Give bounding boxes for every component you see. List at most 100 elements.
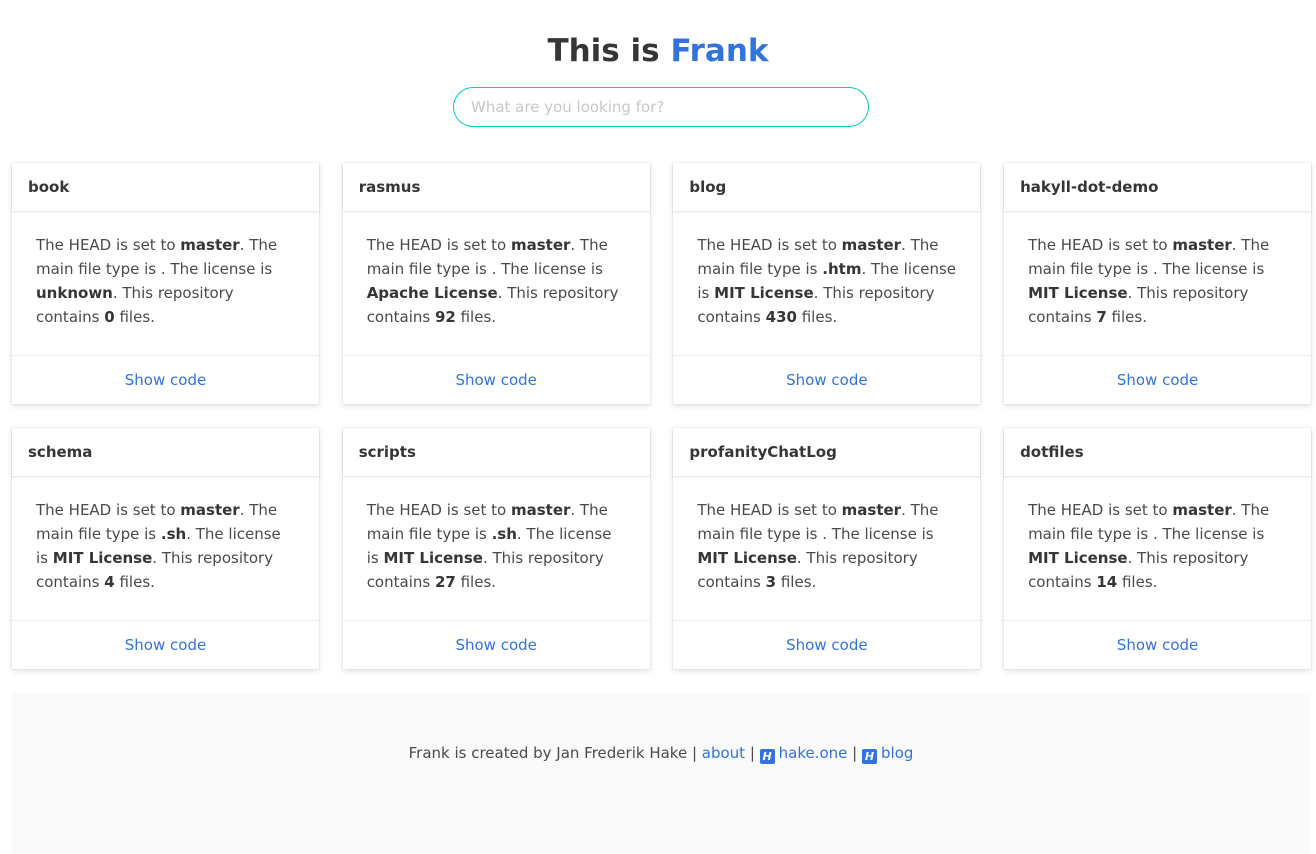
repo-card-description: The HEAD is set to master. The main file… <box>343 211 650 355</box>
repo-card: hakyll-dot-demo The HEAD is set to master… <box>1004 163 1312 404</box>
repo-card: profanityChatLog The HEAD is set to maste… <box>673 428 981 669</box>
blog-link[interactable]: Hblog <box>862 744 914 764</box>
repo-card-description: The HEAD is set to master. The main file… <box>673 476 980 620</box>
repo-card-description: The HEAD is set to master. The main file… <box>12 211 319 355</box>
repo-card: blog The HEAD is set to master. The main … <box>673 163 981 404</box>
page-footer: Frank is created by Jan Frederik Hake | … <box>12 693 1310 854</box>
files-suffix: files. <box>1117 573 1158 591</box>
license-name: MIT License <box>1028 284 1128 302</box>
repo-card-description: The HEAD is set to master. The main file… <box>1004 211 1311 355</box>
repo-card-title: scripts <box>343 428 650 476</box>
repo-card-footer: Show code <box>342 355 650 404</box>
file-count: 92 <box>434 308 456 326</box>
hake-logo-icon: H <box>862 749 877 764</box>
head-branch: master <box>510 501 571 519</box>
show-code-link[interactable]: Show code <box>1117 636 1198 654</box>
repo-card: schema The HEAD is set to master. The mai… <box>12 428 319 669</box>
license-name: MIT License <box>714 284 814 302</box>
license-prefix: . The license is <box>822 525 934 543</box>
license-name: MIT License <box>52 549 153 567</box>
repo-card-title: blog <box>673 163 980 211</box>
repo-card-footer: Show code <box>1004 620 1312 669</box>
repo-card-footer: Show code <box>673 355 981 404</box>
repo-grid: book The HEAD is set to master. The main … <box>12 163 1312 669</box>
head-branch: master <box>180 501 240 519</box>
repo-card: scripts The HEAD is set to master. The ma… <box>342 428 650 669</box>
file-count: 14 <box>1096 573 1118 591</box>
files-suffix: files. <box>114 573 155 591</box>
files-suffix: files. <box>455 308 497 326</box>
footer-line: Frank is created by Jan Frederik Hake | … <box>12 743 1310 764</box>
license-prefix: . The license is <box>1152 525 1265 543</box>
show-code-link[interactable]: Show code <box>1117 371 1198 389</box>
about-link[interactable]: about <box>702 744 745 762</box>
license-prefix: . The license is <box>160 260 273 278</box>
repo-card: rasmus The HEAD is set to master. The mai… <box>342 163 650 404</box>
license-name: unknown <box>36 284 113 302</box>
license-name: MIT License <box>1028 549 1128 567</box>
file-count: 7 <box>1096 308 1107 326</box>
main-file-type: .sh <box>491 525 517 543</box>
repo-card-description: The HEAD is set to master. The main file… <box>673 211 980 355</box>
footer-separator: | <box>745 744 760 762</box>
files-suffix: files. <box>114 308 155 326</box>
file-count: 27 <box>434 573 456 591</box>
head-branch: master <box>1172 501 1232 519</box>
repo-card-title: profanityChatLog <box>673 428 980 476</box>
license-name: Apache License <box>366 284 498 302</box>
repo-card-title: rasmus <box>343 163 650 211</box>
repo-card-footer: Show code <box>342 620 650 669</box>
file-count: 3 <box>765 573 777 591</box>
files-suffix: files. <box>776 573 817 591</box>
file-count: 0 <box>104 308 115 326</box>
repo-card-description: The HEAD is set to master. The main file… <box>1004 476 1311 620</box>
files-suffix: files. <box>796 308 838 326</box>
head-prefix: The HEAD is set to <box>36 501 181 519</box>
files-suffix: files. <box>1106 308 1147 326</box>
license-name: MIT License <box>383 549 483 567</box>
show-code-link[interactable]: Show code <box>125 636 206 654</box>
show-code-link[interactable]: Show code <box>455 371 536 389</box>
repo-card-description: The HEAD is set to master. The main file… <box>12 476 319 620</box>
show-code-link[interactable]: Show code <box>786 636 867 654</box>
repo-card-title: dotfiles <box>1004 428 1311 476</box>
license-prefix: . The license is <box>491 260 603 278</box>
repo-card-footer: Show code <box>673 620 981 669</box>
repo-card-description: The HEAD is set to master. The main file… <box>343 476 650 620</box>
hake-logo-icon: H <box>759 749 775 764</box>
page-title: This is Frank <box>0 31 1316 71</box>
repo-card: book The HEAD is set to master. The main … <box>12 163 319 404</box>
head-branch: master <box>510 236 571 254</box>
file-count: 4 <box>104 573 115 591</box>
show-code-link[interactable]: Show code <box>786 371 867 389</box>
repo-card-footer: Show code <box>1004 355 1312 404</box>
head-prefix: The HEAD is set to <box>366 501 511 519</box>
license-prefix: . The license is <box>1152 260 1265 278</box>
head-branch: master <box>180 236 240 254</box>
hake-one-link[interactable]: Hhake.one <box>759 744 847 764</box>
head-branch: master <box>841 501 902 519</box>
repo-card-footer: Show code <box>12 620 319 669</box>
footer-credit: Frank is created by Jan Frederik Hake | <box>408 744 702 762</box>
repo-card: dotfiles The HEAD is set to master. The m… <box>1004 428 1312 669</box>
main-file-type: .sh <box>160 525 187 543</box>
repo-card-title: book <box>12 163 319 211</box>
license-name: MIT License <box>697 549 797 567</box>
head-branch: master <box>1172 236 1232 254</box>
footer-separator: | <box>847 744 862 762</box>
show-code-link[interactable]: Show code <box>455 636 536 654</box>
show-code-link[interactable]: Show code <box>125 371 206 389</box>
head-branch: master <box>841 236 902 254</box>
search-bar <box>453 87 869 127</box>
blog-link-label: blog <box>881 744 914 762</box>
file-count: 430 <box>765 308 797 326</box>
repo-card-title: schema <box>12 428 319 476</box>
head-prefix: The HEAD is set to <box>366 236 511 254</box>
head-prefix: The HEAD is set to <box>1028 501 1173 519</box>
repo-card-title: hakyll-dot-demo <box>1004 163 1311 211</box>
head-prefix: The HEAD is set to <box>697 236 842 254</box>
head-prefix: The HEAD is set to <box>697 501 842 519</box>
repo-card-footer: Show code <box>12 355 319 404</box>
search-input[interactable] <box>453 87 869 127</box>
page-title-accent: Frank <box>670 32 769 69</box>
